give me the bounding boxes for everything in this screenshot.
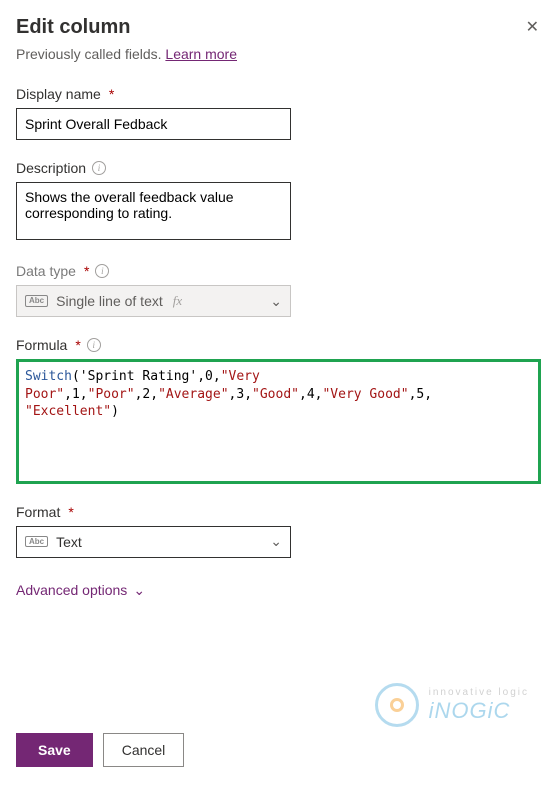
advanced-options-toggle[interactable]: Advanced options ⌄ xyxy=(16,582,145,599)
learn-more-link[interactable]: Learn more xyxy=(165,46,237,62)
chevron-down-icon: ⌄ xyxy=(270,533,282,550)
formula-label: Formula* i xyxy=(16,337,543,353)
data-type-select[interactable]: Abc Single line of textfx ⌄ xyxy=(16,285,291,317)
formula-editor[interactable]: Switch('Sprint Rating',0,"Very Poor",1,"… xyxy=(16,359,541,484)
info-icon[interactable]: i xyxy=(92,161,106,175)
format-label: Format* xyxy=(16,504,543,520)
data-type-label: Data type* i xyxy=(16,263,543,279)
subtitle-text: Previously called fields. xyxy=(16,46,165,62)
info-icon[interactable]: i xyxy=(87,338,101,352)
text-type-icon: Abc xyxy=(25,536,48,548)
close-icon[interactable]: ✕ xyxy=(522,16,543,40)
chevron-down-icon: ⌄ xyxy=(270,293,282,310)
display-name-label: Display name* xyxy=(16,86,543,102)
format-select[interactable]: Abc Text ⌄ xyxy=(16,526,291,558)
watermark-logo: innovative logic iNOGiC xyxy=(375,683,529,727)
panel-subtitle: Previously called fields. Learn more xyxy=(16,46,543,62)
fx-icon: fx xyxy=(173,293,182,309)
chevron-down-icon: ⌄ xyxy=(133,582,145,599)
description-label: Description i xyxy=(16,160,543,176)
text-type-icon: Abc xyxy=(25,295,48,307)
save-button[interactable]: Save xyxy=(16,733,93,767)
display-name-input[interactable] xyxy=(16,108,291,140)
description-input[interactable] xyxy=(16,182,291,240)
info-icon[interactable]: i xyxy=(95,264,109,278)
panel-title: Edit column xyxy=(16,16,130,39)
cancel-button[interactable]: Cancel xyxy=(103,733,185,767)
